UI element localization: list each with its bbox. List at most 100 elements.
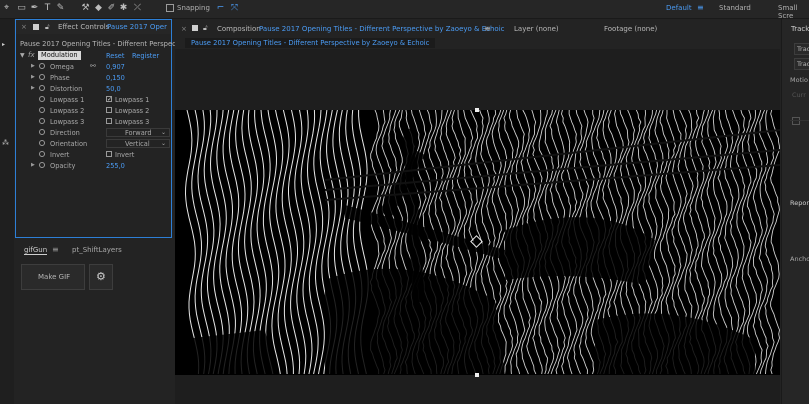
rectangle-tool-icon[interactable]: ▭ <box>16 3 27 14</box>
motion-source-label: Motio <box>790 76 808 84</box>
lock-icon[interactable]: 🔓︎ <box>45 23 50 32</box>
layer-handle-top[interactable] <box>475 108 479 112</box>
stopwatch-icon[interactable] <box>39 63 45 69</box>
effect-controls-tab-label[interactable]: Effect Controls <box>58 23 109 31</box>
stopwatch-icon[interactable] <box>39 85 45 91</box>
lowpass-1-checkbox[interactable]: ✓ <box>106 96 112 103</box>
tracker-panel: Track Trac Trac Motio Curr Repor Ancho <box>781 19 809 404</box>
make-gif-button[interactable]: Make GIF <box>21 264 85 290</box>
chevron-down-icon: ⌄ <box>160 129 166 136</box>
flowchart-icon[interactable]: ⁂ <box>2 139 9 147</box>
omega-value[interactable]: 0,907 <box>106 63 125 71</box>
distortion-value[interactable]: 50,0 <box>106 85 121 93</box>
expand-icon[interactable]: ▶ <box>31 74 35 80</box>
stopwatch-icon[interactable] <box>39 129 45 135</box>
effect-name[interactable]: Modulation <box>38 51 81 60</box>
composition-tab-label[interactable]: Composition <box>217 25 261 33</box>
brush-tool-icon[interactable]: ✎ <box>55 3 66 14</box>
anchor-label: Ancho <box>790 255 809 263</box>
link-icon[interactable]: ⚯ <box>90 62 96 70</box>
checkbox-label: Invert <box>115 151 135 159</box>
workspace-default[interactable]: Default <box>666 4 692 12</box>
reset-link[interactable]: Reset <box>106 52 124 60</box>
orientation-dropdown[interactable]: Vertical ⌄ <box>106 139 170 148</box>
stopwatch-icon[interactable] <box>39 107 45 113</box>
tracker-title: Track <box>791 25 809 33</box>
settings-button[interactable]: ⚙ <box>89 264 113 290</box>
lowpass-2-checkbox[interactable] <box>106 107 112 113</box>
clone-stamp-tool-icon[interactable]: ⚒ <box>80 3 91 14</box>
checkbox-label: Lowpass 3 <box>115 118 150 126</box>
effect-controls-target[interactable]: Pause 2017 Oper <box>107 23 167 31</box>
checkbox-label: Lowpass 1 <box>115 96 150 104</box>
workspace-menu-icon[interactable]: ≡ <box>697 3 704 12</box>
track-motion-button[interactable]: Trac <box>794 58 809 70</box>
report-label: Repor <box>790 199 809 207</box>
property-row-omega: ▶ Omega ⚯ 0,907 <box>16 62 171 73</box>
track-type-checkbox[interactable] <box>792 117 800 125</box>
collapse-effect-icon[interactable]: ▼ <box>20 52 25 59</box>
workspace-standard[interactable]: Standard <box>719 4 751 12</box>
effect-controls-panel: × 🔓︎ Effect Controls Pause 2017 Oper Pau… <box>15 19 184 238</box>
tab-gifgun[interactable]: gifGun <box>24 246 48 255</box>
effect-controls-tab-bar: × 🔓︎ Effect Controls Pause 2017 Oper <box>16 20 171 34</box>
pen-tool-icon[interactable]: ✒ <box>29 3 40 14</box>
close-tab-icon[interactable]: × <box>21 23 27 31</box>
stopwatch-icon[interactable] <box>39 140 45 146</box>
close-tab-icon[interactable]: × <box>181 25 187 33</box>
property-row-opacity: ▶ Opacity 255,0 <box>16 161 171 172</box>
camera-tool-icon[interactable]: ⌖ <box>1 3 12 14</box>
workspace-small-screen[interactable]: Small Scre <box>778 4 809 20</box>
property-label: Invert <box>50 151 70 159</box>
property-label: Distortion <box>50 85 83 93</box>
tab-pt-shiftlayers[interactable]: pt_ShiftLayers <box>72 246 122 254</box>
text-tool-icon[interactable]: T <box>42 3 53 14</box>
panel-icon <box>33 24 39 30</box>
property-row-distortion: ▶ Distortion 50,0 <box>16 84 171 95</box>
dropdown-value: Forward <box>125 129 152 137</box>
puppet-pin-tool-icon[interactable]: ✱ <box>118 3 129 14</box>
property-label: Omega <box>50 63 74 71</box>
expand-icon[interactable]: ▶ <box>31 63 35 69</box>
invert-checkbox[interactable] <box>106 151 112 157</box>
layer-handle-bottom[interactable] <box>475 373 479 377</box>
stopwatch-icon[interactable] <box>39 118 45 124</box>
phase-value[interactable]: 0,150 <box>106 74 125 82</box>
eraser-tool-icon[interactable]: ◆ <box>93 3 104 14</box>
property-label: Lowpass 1 <box>50 96 85 104</box>
property-label: Phase <box>50 74 70 82</box>
composition-sub-tab[interactable]: Pause 2017 Opening Titles - Different Pe… <box>185 38 436 48</box>
snapping-checkbox[interactable] <box>166 4 174 12</box>
left-panel-strip: ▸ ⁂ <box>0 19 14 404</box>
layer-panel-tab[interactable]: Layer (none) <box>514 25 559 33</box>
dropdown-value: Vertical <box>125 140 150 148</box>
divider <box>790 120 809 121</box>
property-row-lowpass-3: Lowpass 3 Lowpass 3 <box>16 117 171 128</box>
footage-panel-tab[interactable]: Footage (none) <box>604 25 657 33</box>
lowpass-3-checkbox[interactable] <box>106 118 112 124</box>
direction-dropdown[interactable]: Forward ⌄ <box>106 128 170 137</box>
property-row-invert: Invert Invert <box>16 150 171 161</box>
opacity-value[interactable]: 255,0 <box>106 162 125 170</box>
track-camera-button[interactable]: Trac <box>794 43 809 55</box>
fx-icon[interactable]: fx <box>28 51 35 59</box>
property-label: Lowpass 2 <box>50 107 85 115</box>
composition-name[interactable]: Pause 2017 Opening Titles - Different Pe… <box>259 25 505 33</box>
puppet-overlap-tool-icon[interactable]: ⤫ <box>132 3 143 14</box>
expand-icon[interactable]: ▶ <box>31 85 35 91</box>
snap-edge-icon[interactable]: ⌐ <box>215 3 226 14</box>
expand-icon[interactable]: ▶ <box>31 162 35 168</box>
stopwatch-icon[interactable] <box>39 151 45 157</box>
panel-arrow-icon[interactable]: ▸ <box>2 41 5 48</box>
panel-menu-icon[interactable]: ≡ <box>484 24 491 33</box>
panel-menu-icon[interactable]: ≡ <box>52 245 59 254</box>
effect-header-row: ▼ fx Modulation Reset Register <box>16 51 171 61</box>
roto-brush-tool-icon[interactable]: ✐ <box>106 3 117 14</box>
snap-feature-icon[interactable]: ⤧ <box>229 3 240 14</box>
register-link[interactable]: Register <box>132 52 159 60</box>
property-row-phase: ▶ Phase 0,150 <box>16 73 171 84</box>
stopwatch-icon[interactable] <box>39 96 45 102</box>
stopwatch-icon[interactable] <box>39 74 45 80</box>
lock-icon[interactable]: 🔓︎ <box>203 24 208 33</box>
stopwatch-icon[interactable] <box>39 162 45 168</box>
